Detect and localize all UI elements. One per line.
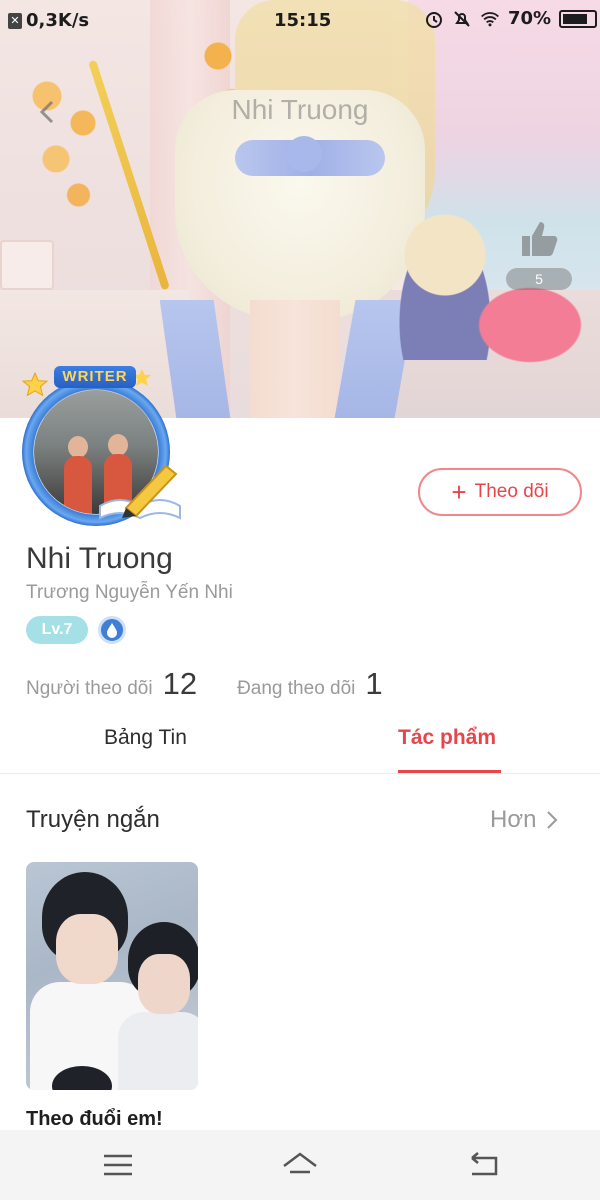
status-bar: ✕ 0,3K/s 15:15 70% bbox=[0, 0, 600, 40]
battery-icon bbox=[559, 9, 598, 28]
follow-button-label: Theo dõi bbox=[474, 481, 549, 502]
follow-button[interactable]: + Theo dõi bbox=[418, 468, 582, 516]
follow-stats: Người theo dõi 12 Đang theo dõi 1 bbox=[26, 666, 383, 702]
followers-label[interactable]: Người theo dõi bbox=[26, 678, 153, 700]
battery-percent: 70% bbox=[508, 8, 552, 29]
plus-icon: + bbox=[451, 477, 467, 507]
tab-feed[interactable]: Bảng Tin bbox=[104, 726, 187, 750]
chevron-right-icon bbox=[547, 811, 558, 829]
water-drop-badge-icon bbox=[98, 616, 126, 644]
more-label: Hơn bbox=[490, 806, 537, 833]
wifi-icon bbox=[481, 11, 499, 26]
profile-tabs: Bảng Tin Tác phẩm bbox=[0, 720, 600, 774]
notification-icon: ✕ bbox=[8, 12, 22, 29]
home-icon[interactable] bbox=[280, 1148, 320, 1182]
alarm-icon bbox=[426, 11, 442, 28]
menu-icon[interactable] bbox=[98, 1148, 138, 1182]
pen-book-icon bbox=[99, 464, 181, 520]
clock: 15:15 bbox=[274, 10, 332, 31]
avatar[interactable]: WRITER bbox=[4, 360, 188, 530]
story-title[interactable]: Theo đuổi em! bbox=[26, 1108, 163, 1131]
net-speed: 0,3K/s bbox=[26, 10, 90, 31]
tab-works[interactable]: Tác phẩm bbox=[398, 726, 496, 750]
mute-bell-icon bbox=[454, 10, 470, 27]
star-icon bbox=[22, 372, 48, 397]
following-label[interactable]: Đang theo dõi bbox=[237, 678, 355, 700]
level-badge: Lv.7 bbox=[26, 616, 88, 644]
section-title: Truyện ngắn bbox=[26, 806, 160, 833]
system-nav-bar bbox=[0, 1130, 600, 1200]
like-button[interactable]: 5 bbox=[506, 218, 572, 290]
thumbs-up-icon bbox=[522, 222, 558, 256]
back-icon[interactable] bbox=[464, 1148, 504, 1182]
like-count: 5 bbox=[506, 268, 572, 290]
more-link[interactable]: Hơn bbox=[490, 806, 558, 834]
writer-badge: WRITER bbox=[54, 366, 136, 388]
heart-pillow bbox=[475, 285, 585, 365]
profile-cover-image bbox=[0, 0, 600, 418]
story-cover[interactable] bbox=[26, 862, 198, 1090]
following-count[interactable]: 1 bbox=[365, 666, 382, 702]
followers-count[interactable]: 12 bbox=[163, 666, 197, 702]
cover-title: Nhi Truong bbox=[231, 94, 369, 125]
profile-name: Nhi Truong bbox=[26, 542, 173, 575]
profile-full-name: Trương Nguyễn Yến Nhi bbox=[26, 582, 233, 603]
active-tab-indicator bbox=[398, 770, 501, 773]
